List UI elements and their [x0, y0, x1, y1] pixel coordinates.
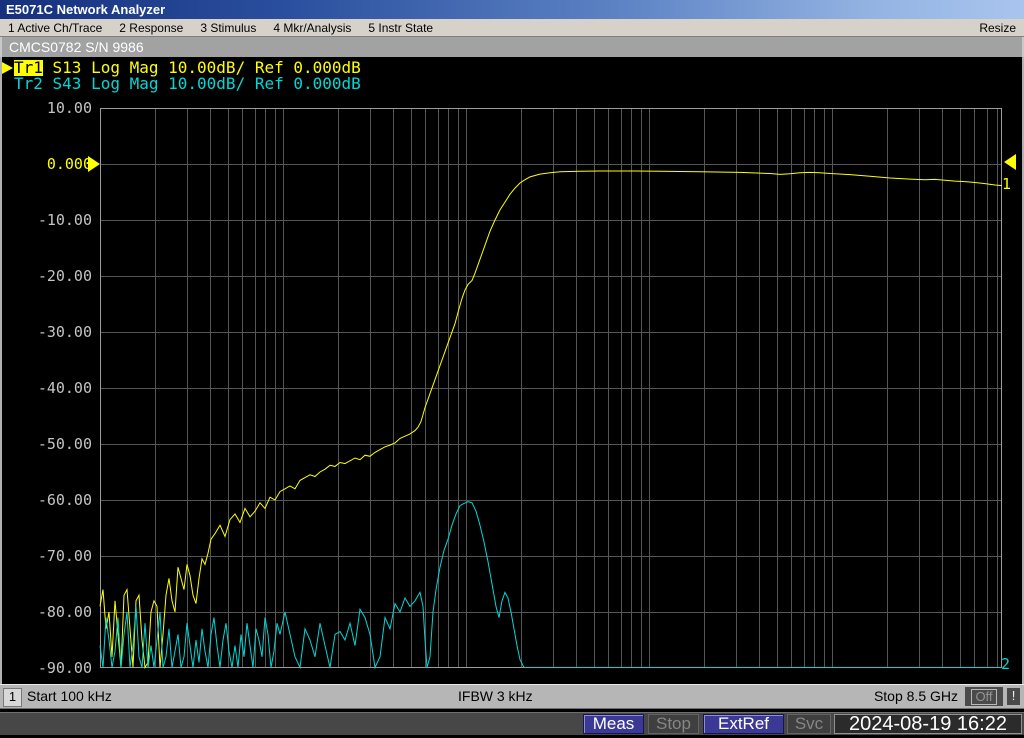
active-trace-arrow-icon [2, 62, 13, 74]
channel-title-bar: CMCS0782 S/N 9986 [0, 37, 1024, 57]
trace2-end-label: 2 [1001, 655, 1011, 673]
stop-frequency-label: Stop 8.5 GHz [873, 688, 958, 704]
status-svc-indicator: Svc [787, 714, 831, 734]
menu-item-response[interactable]: 2 Response [119, 21, 183, 35]
trace2-legend-row[interactable]: Tr2 S43 Log Mag 10.00dB/ Ref 0.000dB [2, 76, 361, 92]
y-axis-label: -60.00 [37, 491, 92, 509]
resize-button[interactable]: Resize [979, 21, 1016, 35]
status-stop-indicator: Stop [648, 714, 699, 734]
menu-item-active-ch-trace[interactable]: 1 Active Ch/Trace [8, 21, 102, 35]
instrument-status-bar: Meas Stop ExtRef Svc 2024-08-19 16:22 [0, 712, 1024, 735]
graph-area: Tr1 S13 Log Mag 10.00dB/ Ref 0.000dB Tr2… [0, 57, 1024, 684]
status-meas-indicator: Meas [583, 714, 644, 734]
y-axis-label: -40.00 [37, 379, 92, 397]
e5071c-screen: E5071C Network Analyzer 1 Active Ch/Trac… [0, 0, 1024, 738]
start-frequency-label: Start 100 kHz [27, 688, 112, 704]
trace-legend: Tr1 S13 Log Mag 10.00dB/ Ref 0.000dB Tr2… [2, 60, 361, 92]
off-indicator-wrap: Off [965, 687, 1003, 706]
instrument-status-band: Meas Stop ExtRef Svc 2024-08-19 16:22 [0, 709, 1024, 738]
menu-item-instr-state[interactable]: 5 Instr State [368, 21, 433, 35]
y-axis-label: -10.00 [37, 211, 92, 229]
y-axis-label: 10.00 [46, 99, 92, 117]
menu-item-mkr-analysis[interactable]: 4 Mkr/Analysis [273, 21, 351, 35]
ref-level-marker-left-icon [88, 156, 100, 172]
y-axis-label: -70.00 [37, 547, 92, 565]
plot-svg[interactable] [99, 108, 1003, 670]
menu-bar: 1 Active Ch/Trace 2 Response 3 Stimulus … [0, 19, 1024, 37]
menu-item-stimulus[interactable]: 3 Stimulus [200, 21, 256, 35]
channel-number-badge: 1 [3, 688, 22, 707]
legend-indent [2, 84, 14, 85]
graph-plot[interactable] [99, 108, 1003, 670]
status-extref-indicator: ExtRef [703, 714, 784, 734]
trace2-id: Tr2 [14, 74, 43, 93]
y-axis-label: -30.00 [37, 323, 92, 341]
y-axis-ref-label: 0.000 [46, 155, 92, 173]
trace2-desc: S43 Log Mag 10.00dB/ Ref 0.000dB [42, 74, 361, 93]
y-axis-label: -20.00 [37, 267, 92, 285]
warning-indicator: ! [1006, 687, 1021, 706]
window-title: E5071C Network Analyzer [6, 2, 166, 17]
title-bar: E5071C Network Analyzer [0, 0, 1024, 19]
off-button[interactable]: Off [971, 688, 997, 705]
y-axis-label: -80.00 [37, 603, 92, 621]
channel-title: CMCS0782 S/N 9986 [9, 39, 144, 55]
ref-level-marker-right-icon [1004, 154, 1016, 170]
y-axis-label: -50.00 [37, 435, 92, 453]
datetime-display: 2024-08-19 16:22 [834, 714, 1022, 734]
trace1-end-label: 1 [1002, 175, 1012, 193]
ifbw-label: IFBW 3 kHz [458, 688, 533, 704]
y-axis-label: -90.00 [37, 659, 92, 677]
stimulus-status-bar: 1 Start 100 kHz IFBW 3 kHz Stop 8.5 GHz … [0, 684, 1024, 709]
